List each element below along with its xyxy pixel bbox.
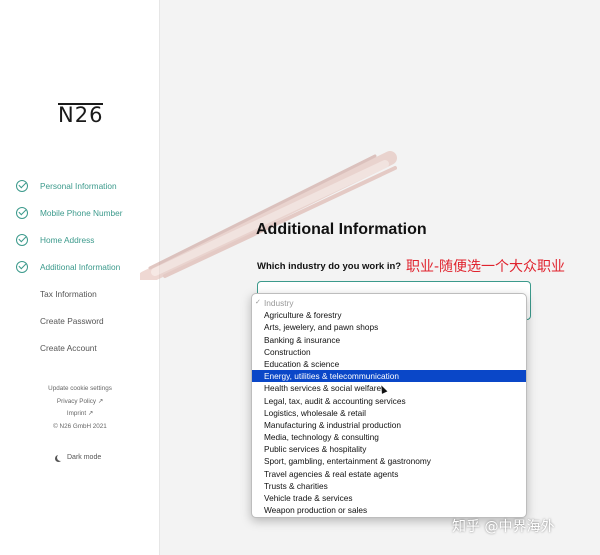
imprint-link[interactable]: Imprint ↗ <box>0 410 160 417</box>
step-home-address: Home Address <box>0 226 160 253</box>
step-label: Create Account <box>40 342 97 353</box>
step-tax-information: Tax Information <box>0 280 160 307</box>
dropdown-option[interactable]: Education & science <box>252 358 526 370</box>
n26-logo[interactable]: N26 <box>58 103 104 127</box>
annotation-text: 职业-随便选一个大众职业 <box>406 259 566 275</box>
step-label: Mobile Phone Number <box>40 207 123 218</box>
step-create-account: Create Account <box>0 334 160 361</box>
dropdown-option[interactable]: Health services & social welfare <box>252 382 526 395</box>
dark-mode-toggle[interactable]: Dark mode <box>55 454 101 461</box>
step-label: Personal Information <box>40 180 117 191</box>
dropdown-option[interactable]: Travel agencies & real estate agents <box>252 468 526 480</box>
logo-text: N26 <box>58 103 104 127</box>
dark-mode-label: Dark mode <box>67 454 102 461</box>
industry-dropdown-list[interactable]: ✓ Industry Agriculture & forestry Arts, … <box>251 293 527 518</box>
step-label: Additional Information <box>40 261 121 272</box>
check-circle-icon <box>16 179 28 192</box>
update-cookie-settings-link[interactable]: Update cookie settings <box>0 385 160 392</box>
step-list: Personal Information Mobile Phone Number… <box>0 172 160 361</box>
step-label: Home Address <box>40 234 95 245</box>
step-mobile-phone-number: Mobile Phone Number <box>0 199 160 226</box>
step-label: Tax Information <box>40 288 97 299</box>
step-additional-information: Additional Information <box>0 253 160 280</box>
industry-question-label: Which industry do you work in? <box>257 261 402 272</box>
check-circle-icon <box>16 206 28 219</box>
step-personal-information: Personal Information <box>0 172 160 199</box>
dropdown-option[interactable]: Sport, gambling, entertainment & gastron… <box>252 455 526 467</box>
step-label: Create Password <box>40 315 104 326</box>
dropdown-option[interactable]: Legal, tax, audit & accounting services <box>252 395 526 407</box>
dropdown-option[interactable]: Banking & insurance <box>252 334 526 346</box>
moon-icon <box>57 454 64 461</box>
dropdown-option[interactable]: Manufacturing & industrial production <box>252 419 526 431</box>
privacy-policy-link[interactable]: Privacy Policy ↗ <box>0 398 160 405</box>
dropdown-option[interactable]: Media, technology & consulting <box>252 431 526 443</box>
dropdown-option-highlighted[interactable]: Energy, utilities & telecommunication <box>252 370 526 383</box>
dropdown-option[interactable]: Construction <box>252 346 526 358</box>
dropdown-option[interactable]: Vehicle trade & services <box>252 492 526 504</box>
dropdown-option[interactable]: Weapon production or sales <box>252 504 526 516</box>
check-circle-icon <box>16 233 28 246</box>
step-create-password: Create Password <box>0 307 160 334</box>
copyright-text: © N26 GmbH 2021 <box>53 423 107 430</box>
dropdown-option[interactable]: Public services & hospitality <box>252 443 526 455</box>
watermark-text: 知乎 @中界海外 <box>452 519 555 535</box>
check-circle-icon <box>16 260 28 273</box>
sidebar: N26 Personal Information Mobile Phone Nu… <box>0 0 160 555</box>
page-title: Additional Information <box>256 221 427 238</box>
dropdown-option[interactable]: Logistics, wholesale & retail <box>252 407 526 419</box>
dropdown-option[interactable]: Arts, jewelery, and pawn shops <box>252 321 526 333</box>
checkmark-icon: ✓ <box>255 299 261 306</box>
dropdown-option-placeholder[interactable]: ✓ Industry <box>252 297 526 309</box>
dropdown-option[interactable]: Trusts & charities <box>252 480 526 492</box>
dropdown-option[interactable]: Agriculture & forestry <box>252 309 526 321</box>
